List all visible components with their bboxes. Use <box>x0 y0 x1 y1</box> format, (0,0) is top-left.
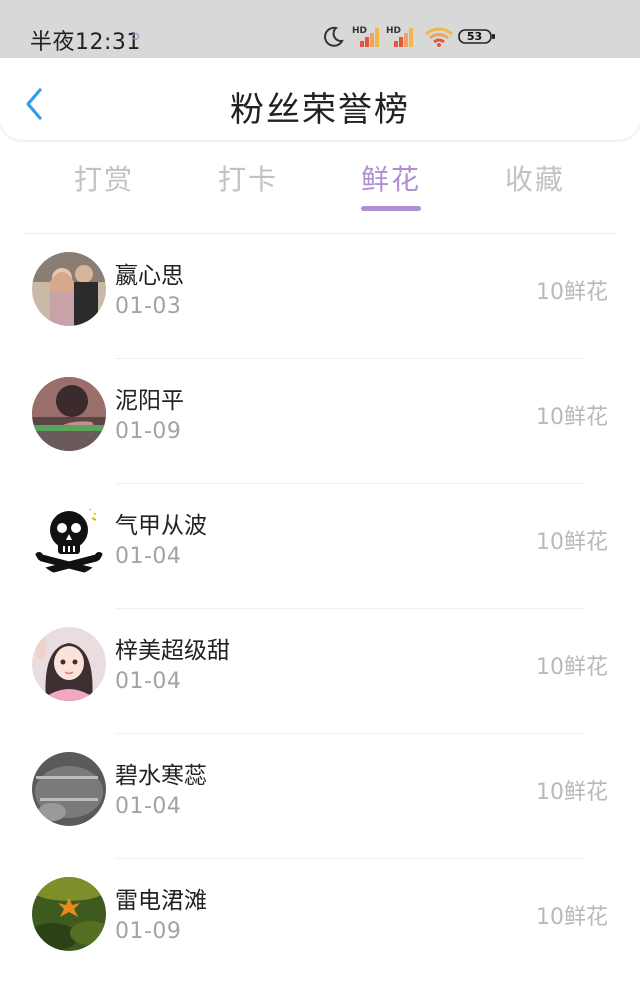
fan-date: 01-09 <box>115 919 182 944</box>
tab-checkin[interactable]: 打卡 <box>188 158 308 198</box>
signal-icon: HD <box>386 26 413 47</box>
active-tab-indicator <box>361 206 421 211</box>
fan-name: 气甲从波 <box>115 513 207 539</box>
flower-amount: 10鲜花 <box>536 530 608 555</box>
list-item[interactable]: 雷电涒滩 01-09 10鲜花 <box>0 859 640 984</box>
notification-dot-icon <box>132 33 139 40</box>
page-title: 粉丝荣誉榜 <box>230 90 410 130</box>
avatar <box>32 752 106 826</box>
fan-date: 01-09 <box>115 419 182 444</box>
tab-bar: 打赏 打卡 鲜花 收藏 <box>0 152 640 214</box>
network-label: HD <box>386 26 401 36</box>
list-item[interactable]: 梓美超级甜 01-04 10鲜花 <box>0 609 640 734</box>
avatar <box>32 877 106 951</box>
flower-amount: 10鲜花 <box>536 905 608 930</box>
fan-date: 01-04 <box>115 794 182 819</box>
status-bar: 半夜12:31 HD HD 53 <box>0 0 640 58</box>
fan-date: 01-04 <box>115 544 182 569</box>
flower-amount: 10鲜花 <box>536 780 608 805</box>
avatar <box>32 252 106 326</box>
tab-flowers[interactable]: 鲜花 <box>331 158 451 198</box>
list-item[interactable]: 嬴心思 01-03 10鲜花 <box>0 234 640 359</box>
moon-icon <box>324 26 344 47</box>
fan-name: 嬴心思 <box>115 263 184 289</box>
list-item[interactable]: 气甲从波 01-04 10鲜花 <box>0 484 640 609</box>
tab-favorites[interactable]: 收藏 <box>475 158 595 198</box>
status-time: 半夜12:31 <box>30 30 141 55</box>
fan-date: 01-04 <box>115 669 182 694</box>
battery-icon: 53 <box>458 29 496 44</box>
fan-date: 01-03 <box>115 294 182 319</box>
network-label: HD <box>352 26 367 36</box>
fan-name: 雷电涒滩 <box>115 888 207 914</box>
flower-amount: 10鲜花 <box>536 655 608 680</box>
avatar <box>32 377 106 451</box>
fan-name: 梓美超级甜 <box>115 638 230 664</box>
page-header: 粉丝荣誉榜 <box>0 58 640 140</box>
avatar <box>32 502 106 576</box>
list-item[interactable]: 碧水寒蕊 01-04 10鲜花 <box>0 734 640 859</box>
flower-amount: 10鲜花 <box>536 280 608 305</box>
avatar <box>32 627 106 701</box>
fan-name: 泥阳平 <box>115 388 184 414</box>
list-item[interactable]: 泥阳平 01-09 10鲜花 <box>0 359 640 484</box>
flower-amount: 10鲜花 <box>536 405 608 430</box>
signal-icon: HD <box>352 26 379 47</box>
wifi-icon <box>425 27 453 47</box>
fan-name: 碧水寒蕊 <box>115 763 207 789</box>
tab-reward[interactable]: 打赏 <box>44 158 164 198</box>
battery-level: 53 <box>466 30 483 43</box>
